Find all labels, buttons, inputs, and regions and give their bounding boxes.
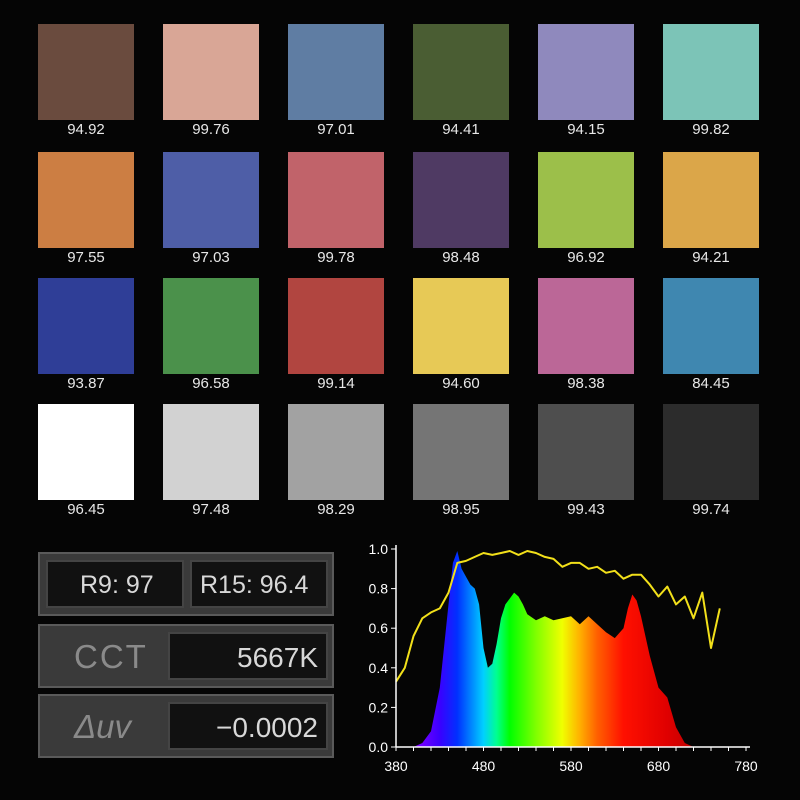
swatch-score-label: 84.45 bbox=[692, 375, 730, 392]
color-swatch bbox=[538, 278, 634, 374]
swatch-score-label: 98.95 bbox=[442, 501, 480, 518]
rendering-index-panel: R9: 97 R15: 96.4 bbox=[38, 552, 334, 616]
color-swatch bbox=[413, 404, 509, 500]
spectrum-area bbox=[396, 551, 694, 747]
swatch-score-label: 97.55 bbox=[67, 249, 105, 266]
swatch-score-label: 96.92 bbox=[567, 249, 605, 266]
color-swatch bbox=[163, 152, 259, 248]
cct-value: 5667K bbox=[237, 642, 318, 673]
spectrum-chart: 0.0 0.2 0.4 0.6 0.8 1.0 380 480 580 680 780 bbox=[369, 541, 758, 774]
y-tick-label: 0.4 bbox=[369, 660, 389, 676]
color-swatch bbox=[288, 278, 384, 374]
color-swatch bbox=[663, 24, 759, 120]
x-tick-label: 780 bbox=[734, 758, 758, 774]
r9-cell: R9: 97 bbox=[46, 560, 184, 608]
color-swatch bbox=[38, 278, 134, 374]
y-tick-label: 0.8 bbox=[369, 581, 389, 597]
r15-value: R15: 96.4 bbox=[200, 571, 309, 599]
color-swatch bbox=[38, 152, 134, 248]
duv-cell: −0.0002 bbox=[168, 702, 328, 750]
color-swatch bbox=[288, 24, 384, 120]
swatch-score-label: 97.01 bbox=[317, 121, 355, 138]
color-swatch bbox=[413, 152, 509, 248]
r15-cell: R15: 96.4 bbox=[190, 560, 328, 608]
color-swatch bbox=[413, 278, 509, 374]
swatch-score-label: 94.92 bbox=[67, 121, 105, 138]
swatch-score-label: 99.14 bbox=[317, 375, 355, 392]
cct-panel: CCT 5667K bbox=[38, 624, 334, 688]
y-tick-label: 1.0 bbox=[369, 541, 389, 557]
color-swatch bbox=[663, 404, 759, 500]
swatch-score-label: 93.87 bbox=[67, 375, 105, 392]
swatch-score-label: 97.48 bbox=[192, 501, 230, 518]
swatch-score-label: 99.74 bbox=[692, 501, 730, 518]
cct-label: CCT bbox=[74, 638, 148, 675]
color-swatch bbox=[663, 278, 759, 374]
swatch-score-label: 98.38 bbox=[567, 375, 605, 392]
swatch-score-label: 98.29 bbox=[317, 501, 355, 518]
cct-cell: 5667K bbox=[168, 632, 328, 680]
x-tick-label: 480 bbox=[472, 758, 496, 774]
y-tick-label: 0.0 bbox=[369, 739, 389, 755]
color-swatch bbox=[538, 404, 634, 500]
color-swatch-grid: 94.92 99.76 97.01 94.41 94.15 99.82 97.55 97.03… bbox=[0, 0, 800, 530]
swatch-score-label: 99.76 bbox=[192, 121, 230, 138]
swatch-score-label: 94.15 bbox=[567, 121, 605, 138]
swatch-score-label: 99.43 bbox=[567, 501, 605, 518]
swatch-score-label: 94.21 bbox=[692, 249, 730, 266]
color-swatch bbox=[663, 152, 759, 248]
color-swatch bbox=[538, 24, 634, 120]
y-tick-label: 0.2 bbox=[369, 699, 389, 715]
swatch-score-label: 97.03 bbox=[192, 249, 230, 266]
color-swatch bbox=[163, 24, 259, 120]
duv-label: Δuv bbox=[74, 708, 131, 745]
color-swatch bbox=[413, 24, 509, 120]
color-swatch bbox=[163, 278, 259, 374]
color-swatch bbox=[288, 404, 384, 500]
duv-panel: Δuv −0.0002 bbox=[38, 694, 334, 758]
r9-value: R9: 97 bbox=[80, 571, 154, 599]
swatch-score-label: 96.58 bbox=[192, 375, 230, 392]
swatch-score-label: 99.82 bbox=[692, 121, 730, 138]
swatch-score-label: 99.78 bbox=[317, 249, 355, 266]
x-tick-label: 580 bbox=[559, 758, 583, 774]
swatch-score-label: 96.45 bbox=[67, 501, 105, 518]
x-tick-label: 680 bbox=[647, 758, 671, 774]
swatch-score-label: 94.60 bbox=[442, 375, 480, 392]
y-tick-label: 0.6 bbox=[369, 620, 389, 636]
color-swatch bbox=[38, 404, 134, 500]
swatch-score-label: 98.48 bbox=[442, 249, 480, 266]
color-swatch bbox=[288, 152, 384, 248]
color-swatch bbox=[163, 404, 259, 500]
duv-value: −0.0002 bbox=[216, 712, 318, 743]
swatch-score-label: 94.41 bbox=[442, 121, 480, 138]
x-tick-label: 380 bbox=[384, 758, 408, 774]
color-swatch bbox=[38, 24, 134, 120]
color-swatch bbox=[538, 152, 634, 248]
